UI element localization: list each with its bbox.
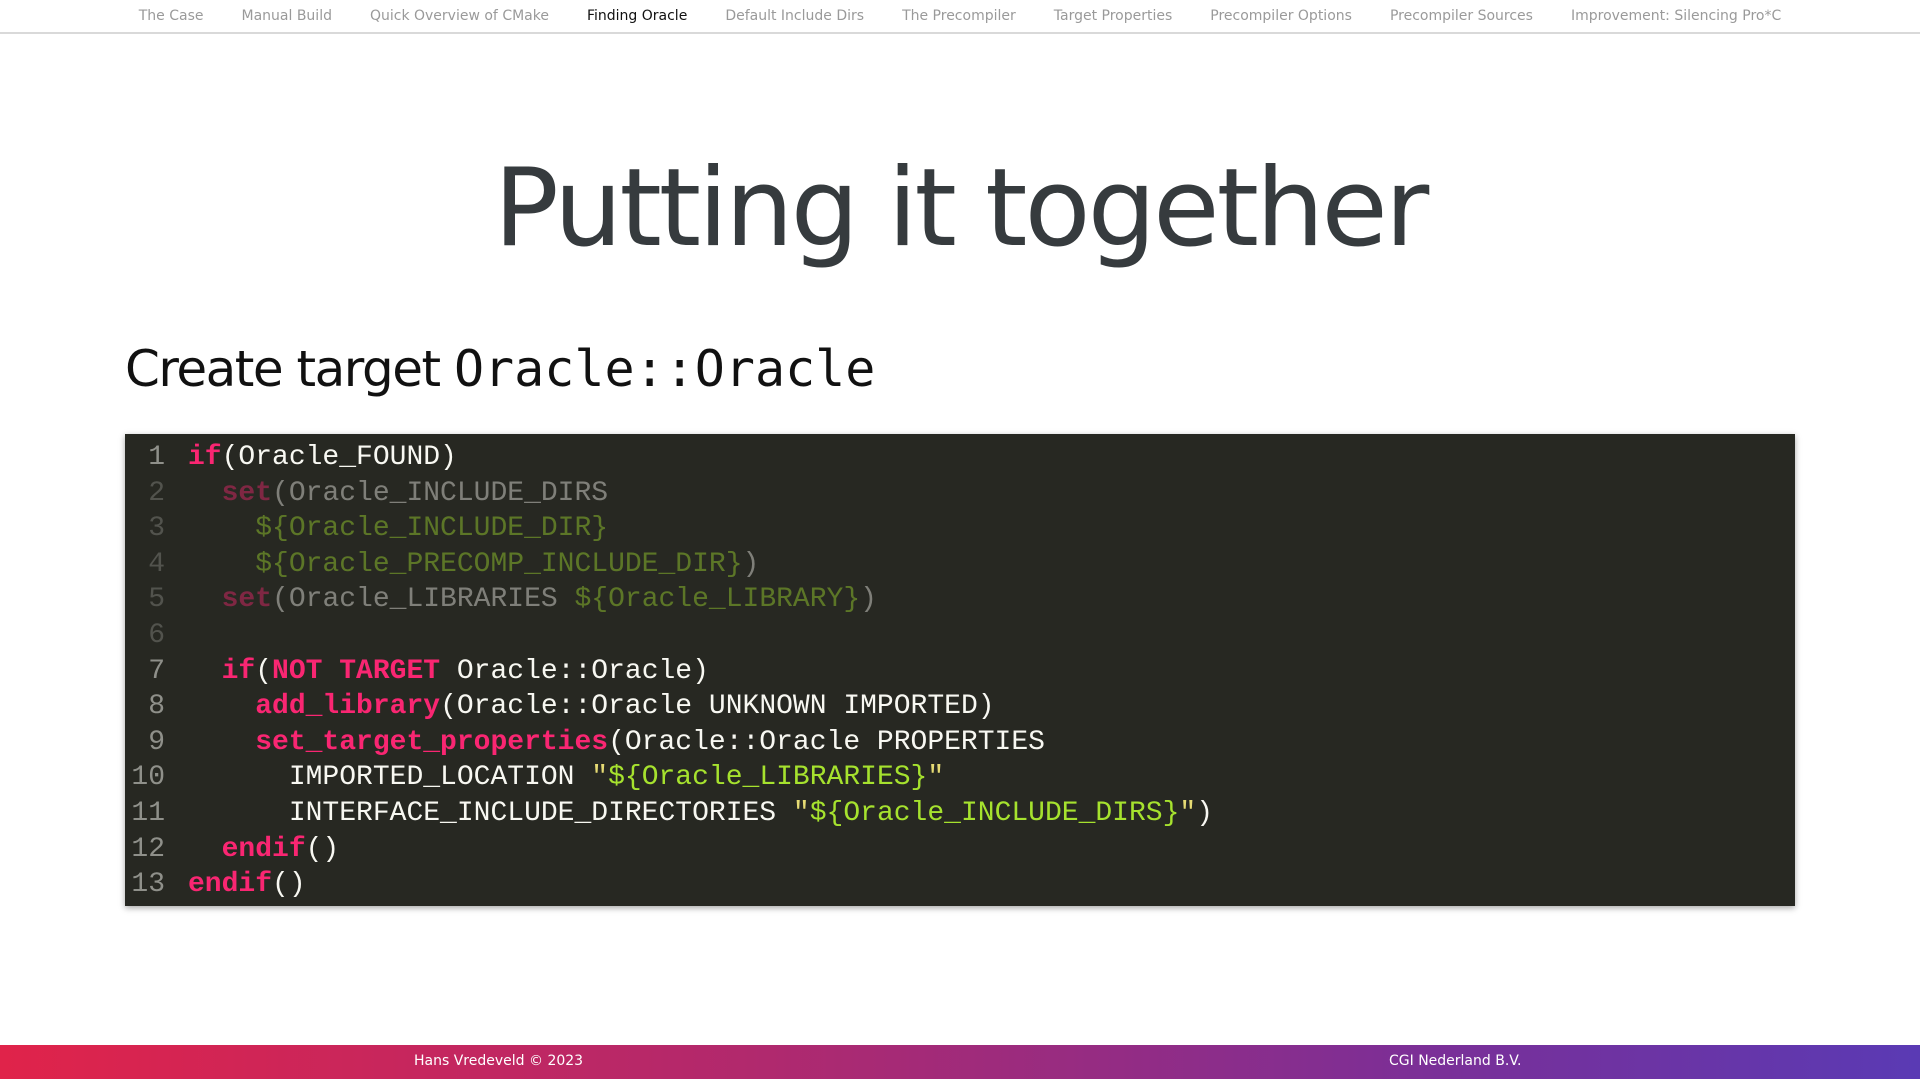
code-line-3: 3 ${Oracle_INCLUDE_DIR}	[125, 511, 1795, 547]
code-line-6: 6	[125, 618, 1795, 654]
code-text: (Oracle_INCLUDE_DIRS	[272, 477, 609, 509]
line-number: 9	[148, 726, 165, 758]
nav-item-precompiler-sources[interactable]: Precompiler Sources	[1390, 8, 1533, 24]
code-line-4: 4 ${Oracle_PRECOMP_INCLUDE_DIR})	[125, 547, 1795, 583]
line-number: 10	[131, 762, 165, 794]
code-block: 1 if(Oracle_FOUND) 2 set(Oracle_INCLUDE_…	[125, 434, 1795, 906]
slide-subtitle: Create target Oracle::Oracle	[125, 344, 875, 394]
code-line-2: 2 set(Oracle_INCLUDE_DIRS	[125, 476, 1795, 512]
code-variable: ${Oracle_INCLUDE_DIRS}	[809, 797, 1180, 829]
line-number: 12	[131, 833, 165, 865]
line-number: 2	[148, 477, 165, 509]
code-variable: ${Oracle_PRECOMP_INCLUDE_DIR}	[255, 548, 743, 580]
line-number: 5	[148, 584, 165, 616]
code-line-9: 9 set_target_properties(Oracle::Oracle P…	[125, 725, 1795, 761]
line-number: 1	[148, 442, 165, 473]
code-text: (	[255, 655, 273, 687]
line-number: 4	[148, 548, 165, 580]
nav-list: The Case Manual Build Quick Overview of …	[0, 0, 1920, 32]
code-text: )	[1196, 797, 1214, 829]
slide-title: Putting it together	[493, 146, 1429, 271]
code-keyword: set	[221, 584, 273, 616]
slide-footer: Hans Vredeveld © 2023 CGI Nederland B.V.	[0, 1045, 1920, 1079]
code-line-10: 10 IMPORTED_LOCATION "${Oracle_LIBRARIES…	[125, 760, 1795, 796]
code-text: INTERFACE_INCLUDE_DIRECTORIES	[288, 797, 793, 829]
subtitle-code: Oracle::Oracle	[453, 340, 876, 398]
nav-item-the-precompiler[interactable]: The Precompiler	[902, 8, 1016, 24]
code-keyword: if	[188, 442, 222, 473]
nav-item-precompiler-options[interactable]: Precompiler Options	[1210, 8, 1352, 24]
line-number: 11	[131, 797, 165, 829]
nav-item-silencing-proc[interactable]: Improvement: Silencing Pro*C	[1571, 8, 1781, 24]
code-text: (Oracle::Oracle UNKNOWN IMPORTED)	[440, 691, 995, 723]
code-variable: ${Oracle_INCLUDE_DIR}	[255, 513, 609, 545]
code-keyword: add_library	[255, 691, 441, 723]
code-text: (Oracle::Oracle PROPERTIES	[608, 726, 1045, 758]
code-keyword: set_target_properties	[255, 726, 609, 758]
code-line-1: 1 if(Oracle_FOUND)	[125, 440, 1795, 476]
code-quote: "	[927, 762, 945, 794]
code-line-13: 13 endif()	[125, 867, 1795, 903]
footer-author: Hans Vredeveld © 2023	[414, 1053, 584, 1069]
code-line-8: 8 add_library(Oracle::Oracle UNKNOWN IMP…	[125, 689, 1795, 725]
code-keyword: endif	[221, 833, 306, 865]
code-line-11: 11 INTERFACE_INCLUDE_DIRECTORIES "${Orac…	[125, 796, 1795, 832]
code-variable: ${Oracle_LIBRARIES}	[608, 762, 928, 794]
code-quote: "	[792, 797, 810, 829]
code-text: Oracle::Oracle)	[440, 655, 709, 687]
code-variable: ${Oracle_LIBRARY}	[574, 584, 861, 616]
code-text: )	[860, 584, 877, 616]
code-keyword: if	[221, 655, 256, 687]
code-text: (Oracle_LIBRARIES	[272, 584, 575, 616]
code-text: (Oracle_FOUND)	[221, 442, 457, 473]
code-line-12: 12 endif()	[125, 832, 1795, 868]
code-quote: "	[591, 762, 609, 794]
line-number: 3	[148, 513, 165, 545]
line-number: 13	[131, 869, 165, 901]
line-number: 6	[148, 619, 165, 651]
subtitle-text: Create target	[125, 340, 454, 398]
code-text: IMPORTED_LOCATION	[288, 762, 592, 794]
code-keyword: NOT TARGET	[272, 655, 441, 687]
code-keyword: set	[221, 477, 273, 509]
top-navigation: The Case Manual Build Quick Overview of …	[0, 0, 1920, 34]
nav-item-finding-oracle[interactable]: Finding Oracle	[587, 8, 687, 24]
code-keyword: endif	[188, 869, 273, 901]
code-text: ()	[272, 869, 306, 901]
line-number: 8	[148, 691, 165, 723]
code-quote: "	[1179, 797, 1197, 829]
nav-item-target-properties[interactable]: Target Properties	[1054, 8, 1173, 24]
nav-item-the-case[interactable]: The Case	[139, 8, 204, 24]
code-text: )	[742, 548, 760, 580]
nav-item-manual-build[interactable]: Manual Build	[242, 8, 332, 24]
code-text: ()	[305, 833, 340, 865]
code-line-7: 7 if(NOT TARGET Oracle::Oracle)	[125, 654, 1795, 690]
code-line-5: 5 set(Oracle_LIBRARIES ${Oracle_LIBRARY}…	[125, 582, 1795, 618]
nav-item-quick-overview[interactable]: Quick Overview of CMake	[370, 8, 549, 24]
footer-company: CGI Nederland B.V.	[1389, 1053, 1522, 1069]
line-number: 7	[148, 655, 165, 687]
nav-item-default-include-dirs[interactable]: Default Include Dirs	[725, 8, 864, 24]
